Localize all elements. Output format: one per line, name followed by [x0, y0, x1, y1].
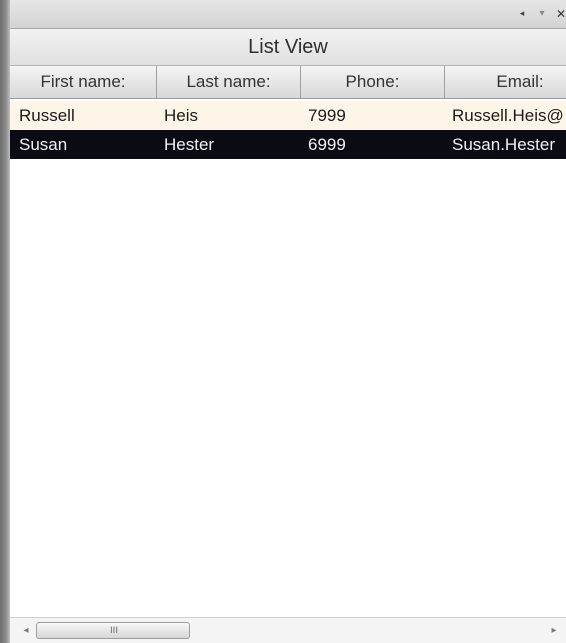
cell-last-name: Heis [164, 106, 199, 125]
scrollbar-thumb[interactable]: III [36, 622, 190, 639]
cell-email: Russell.Heis@ [452, 106, 564, 125]
column-header-last-name[interactable]: Last name: [157, 66, 301, 98]
scroll-left-arrow-icon[interactable]: ◂ [18, 623, 34, 639]
scroll-right-arrow-icon[interactable]: ▸ [546, 623, 562, 639]
scrollbar-grip-icon: III [110, 626, 118, 636]
panel-left-edge [0, 0, 10, 643]
window-menu-chevron-icon[interactable]: ▾ [535, 7, 549, 21]
close-icon[interactable]: ✕ [554, 7, 566, 21]
cell-phone: 6999 [308, 135, 346, 154]
page-title: List View [10, 29, 566, 66]
cell-last-name: Hester [164, 135, 215, 154]
cell-email: Susan.Hester [452, 135, 555, 154]
cell-first-name: Russell [19, 106, 75, 125]
list-view-window: ◂ ▾ ✕ List View First name: Last name: P… [0, 0, 566, 643]
pin-icon[interactable]: ◂ [515, 7, 529, 21]
column-header-row: First name: Last name: Phone: Email: [10, 66, 566, 99]
cell-first-name: Susan [19, 135, 68, 154]
table-row-selected[interactable]: Susan Hester 6999 Susan.Hester [10, 130, 566, 159]
table-row[interactable]: Russell Heis 7999 Russell.Heis@ [10, 101, 566, 130]
column-header-phone[interactable]: Phone: [301, 66, 445, 98]
column-header-email[interactable]: Email: [445, 66, 566, 98]
column-header-first-name[interactable]: First name: [10, 66, 157, 98]
cell-phone: 7999 [308, 106, 346, 125]
list-body: Russell Heis 7999 Russell.Heis@ Susan He… [10, 99, 566, 614]
dock-title-strip: ◂ ▾ ✕ [10, 0, 566, 29]
horizontal-scrollbar[interactable]: ◂ III ▸ [10, 617, 566, 643]
